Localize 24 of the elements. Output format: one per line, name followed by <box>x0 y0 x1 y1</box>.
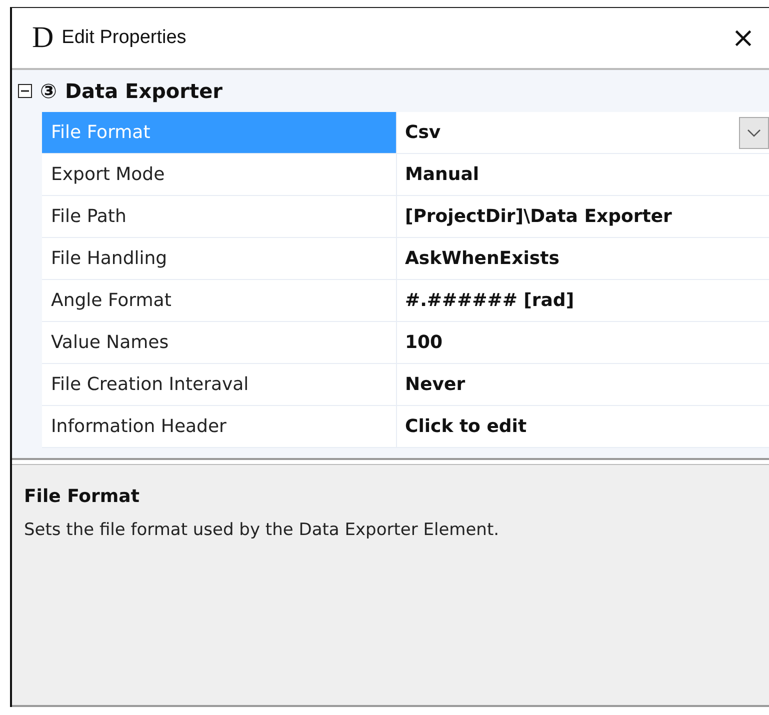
property-name[interactable]: File Handling <box>42 238 397 279</box>
collapse-icon[interactable] <box>18 84 32 98</box>
property-value: Click to edit <box>405 415 527 439</box>
property-value: 100 <box>405 331 443 355</box>
category-name: Data Exporter <box>64 78 223 105</box>
close-button[interactable]: × <box>718 24 769 52</box>
category-icon: ③ <box>40 76 57 106</box>
window-title: Edit Properties <box>62 26 186 50</box>
property-value: Csv <box>405 121 441 145</box>
chevron-down-icon <box>747 128 761 136</box>
description-text: Sets the file format used by the Data Exporter Element. <box>24 519 500 542</box>
property-name[interactable]: File Path <box>42 196 397 237</box>
property-value: [ProjectDir]\Data Exporter <box>405 205 672 229</box>
description-title: File Format <box>24 485 140 509</box>
property-name[interactable]: Information Header <box>42 406 397 447</box>
property-name[interactable]: Value Names <box>42 322 397 363</box>
app-logo: D <box>32 23 54 53</box>
property-value: #.###### [rad] <box>405 289 574 313</box>
property-value: AskWhenExists <box>405 247 560 271</box>
property-value: Manual <box>405 163 480 187</box>
property-name[interactable]: Export Mode <box>42 154 397 195</box>
property-name[interactable]: File Creation Interaval <box>42 364 397 405</box>
property-name[interactable]: Angle Format <box>42 280 397 321</box>
property-value: Never <box>405 373 466 397</box>
